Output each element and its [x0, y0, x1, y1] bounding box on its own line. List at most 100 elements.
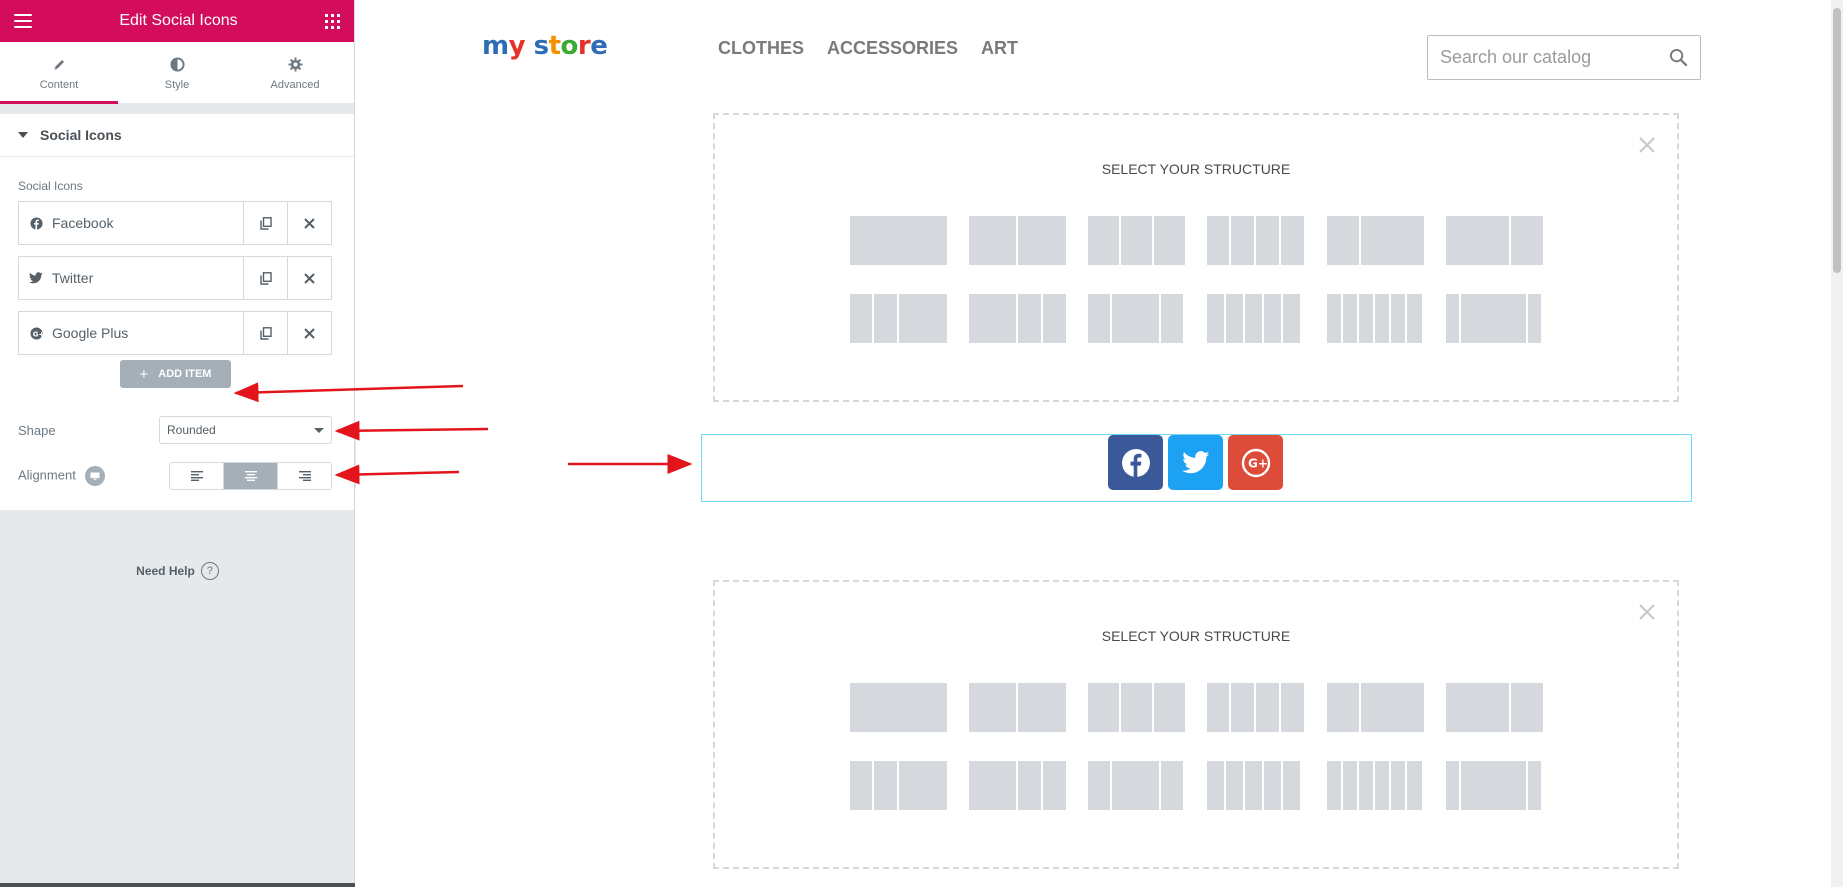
structure-preset[interactable]	[1088, 761, 1183, 810]
structure-preset[interactable]	[1088, 683, 1185, 732]
repeater-item-google-plus: G+ Google Plus	[18, 311, 332, 355]
structure-title: SELECT YOUR STRUCTURE	[1101, 628, 1291, 644]
align-right-button[interactable]	[277, 463, 331, 489]
structure-preset[interactable]	[1207, 294, 1300, 343]
need-help-label: Need Help	[136, 564, 195, 578]
google-plus-icon: G+	[1241, 448, 1270, 477]
tab-advanced[interactable]: Advanced	[236, 42, 354, 103]
repeater-item-label: Facebook	[52, 215, 114, 231]
align-left-button[interactable]	[170, 463, 223, 489]
structure-preset[interactable]	[850, 294, 947, 343]
close-icon	[1639, 604, 1655, 620]
structure-preset[interactable]	[1207, 216, 1304, 265]
panel-title: Edit Social Icons	[119, 12, 238, 29]
structure-preset[interactable]	[1207, 683, 1304, 732]
structure-preset[interactable]	[1446, 216, 1543, 265]
nav-item-clothes[interactable]: CLOTHES	[718, 38, 804, 59]
search-input[interactable]: Search our catalog	[1427, 35, 1701, 80]
scrollbar-thumb[interactable]	[1833, 8, 1841, 273]
twitter-icon	[1181, 451, 1209, 474]
svg-text:G+: G+	[32, 330, 42, 338]
search-icon	[1669, 48, 1688, 67]
structure-preset[interactable]	[1327, 683, 1424, 732]
shape-select[interactable]: Rounded	[159, 416, 332, 444]
remove-button[interactable]	[287, 257, 331, 299]
structure-preset[interactable]	[1327, 216, 1424, 265]
close-structure-button[interactable]	[1639, 137, 1655, 158]
repeater-item-label: Twitter	[52, 270, 94, 286]
remove-button[interactable]	[287, 202, 331, 244]
close-structure-button[interactable]	[1639, 604, 1655, 625]
tab-style-label: Style	[164, 78, 190, 91]
nav-item-art[interactable]: ART	[981, 38, 1018, 59]
social-icon-facebook[interactable]	[1108, 435, 1163, 490]
search-placeholder: Search our catalog	[1440, 47, 1592, 67]
editor-panel: Edit Social Icons Content Style Advanced…	[0, 0, 355, 887]
google-plus-icon: G+	[29, 326, 43, 340]
shape-select-value: Rounded	[167, 423, 216, 437]
need-help-link[interactable]: Need Help ?	[0, 562, 355, 580]
align-right-icon	[298, 471, 311, 481]
structure-preset[interactable]	[969, 761, 1066, 810]
tab-style[interactable]: Style	[118, 42, 236, 103]
section-social-icons[interactable]: Social Icons	[0, 114, 354, 157]
main-nav: CLOTHES ACCESSORIES ART	[718, 38, 1018, 59]
structure-preset[interactable]	[850, 761, 947, 810]
structure-title: SELECT YOUR STRUCTURE	[1101, 161, 1291, 177]
facebook-icon	[29, 216, 43, 230]
structure-preset[interactable]	[1088, 216, 1185, 265]
duplicate-button[interactable]	[243, 202, 287, 244]
structure-preset[interactable]	[969, 294, 1066, 343]
structure-selector: SELECT YOUR STRUCTURE	[713, 113, 1679, 402]
structure-preset[interactable]	[1207, 761, 1300, 810]
social-icons-widget[interactable]: G+	[701, 434, 1692, 502]
duplicate-button[interactable]	[243, 257, 287, 299]
duplicate-button[interactable]	[243, 312, 287, 354]
store-logo[interactable]: my store	[482, 31, 608, 61]
structure-preset[interactable]	[1088, 294, 1183, 343]
repeater-item-title[interactable]: G+ Google Plus	[19, 312, 243, 354]
copy-icon	[259, 326, 272, 340]
menu-icon[interactable]	[14, 14, 32, 28]
remove-button[interactable]	[287, 312, 331, 354]
close-icon	[304, 217, 315, 229]
structure-preset[interactable]	[1446, 683, 1543, 732]
structure-preset[interactable]	[850, 216, 947, 265]
responsive-desktop-icon[interactable]	[85, 466, 106, 486]
repeater-item-twitter: Twitter	[18, 256, 332, 300]
svg-text:G+: G+	[1248, 456, 1268, 470]
add-item-button[interactable]: + ADD ITEM	[120, 360, 231, 388]
twitter-icon	[29, 271, 43, 285]
structure-preset[interactable]	[1446, 294, 1541, 343]
repeater-item-title[interactable]: Facebook	[19, 202, 243, 244]
logo-text: my store	[482, 31, 608, 61]
align-left-icon	[190, 471, 203, 481]
facebook-icon	[1121, 448, 1150, 477]
chevron-down-icon	[314, 427, 324, 433]
add-item-label: ADD ITEM	[158, 368, 212, 380]
gear-icon	[287, 55, 303, 75]
align-center-button[interactable]	[223, 463, 277, 489]
tab-advanced-label: Advanced	[270, 78, 320, 91]
structure-preset[interactable]	[969, 683, 1066, 732]
repeater-item-title[interactable]: Twitter	[19, 257, 243, 299]
social-icon-google-plus[interactable]: G+	[1228, 435, 1283, 490]
structure-preset[interactable]	[1327, 294, 1422, 343]
structure-preset[interactable]	[850, 683, 947, 732]
alignment-button-group	[169, 462, 332, 490]
section-title: Social Icons	[40, 127, 122, 143]
structure-preset[interactable]	[1327, 761, 1422, 810]
tab-content[interactable]: Content	[0, 42, 118, 104]
caret-down-icon	[18, 132, 28, 138]
close-icon	[304, 272, 315, 284]
nav-item-accessories[interactable]: ACCESSORIES	[827, 38, 958, 59]
panel-footer	[0, 883, 355, 887]
widgets-grid-icon[interactable]	[325, 13, 340, 29]
alignment-label: Alignment	[18, 467, 76, 483]
structure-preset[interactable]	[969, 216, 1066, 265]
social-icon-twitter[interactable]	[1168, 435, 1223, 490]
preview-scrollbar[interactable]	[1831, 0, 1843, 887]
structure-selector: SELECT YOUR STRUCTURE	[713, 580, 1679, 869]
repeater-item-facebook: Facebook	[18, 201, 332, 245]
structure-preset[interactable]	[1446, 761, 1541, 810]
